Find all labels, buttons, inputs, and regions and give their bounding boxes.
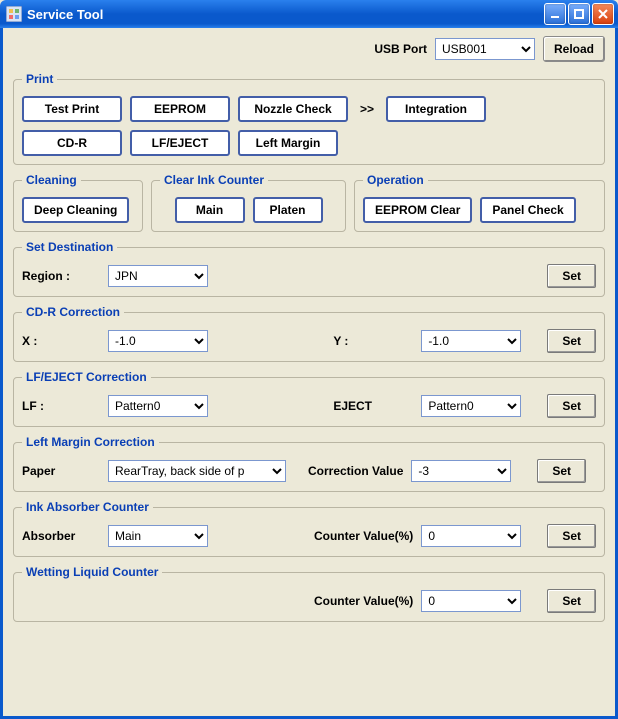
eeprom-clear-button[interactable]: EEPROM Clear (363, 197, 472, 223)
paper-select[interactable]: RearTray, back side of p (108, 460, 286, 482)
reload-button[interactable]: Reload (543, 36, 605, 62)
minimize-button[interactable] (544, 3, 566, 25)
ink-absorber-legend: Ink Absorber Counter (22, 500, 153, 514)
integration-button[interactable]: Integration (386, 96, 486, 122)
ink-absorber-group: Ink Absorber Counter Absorber Main Count… (13, 500, 605, 557)
operation-group: Operation EEPROM Clear Panel Check (354, 173, 605, 232)
nozzle-check-button[interactable]: Nozzle Check (238, 96, 348, 122)
wetting-counter-select[interactable]: 0 (421, 590, 521, 612)
set-destination-group: Set Destination Region : JPN Set (13, 240, 605, 297)
wetting-counter-label: Counter Value(%) (314, 594, 413, 608)
panel-check-button[interactable]: Panel Check (480, 197, 575, 223)
window-buttons (544, 3, 614, 25)
absorber-counter-select[interactable]: 0 (421, 525, 521, 547)
cdr-x-label: X : (22, 334, 100, 348)
window-body: USB Port USB001 Reload Print Test Print … (0, 28, 618, 719)
print-legend: Print (22, 72, 57, 86)
window-titlebar: Service Tool (0, 0, 618, 28)
paper-label: Paper (22, 464, 100, 478)
region-label: Region : (22, 269, 100, 283)
print-group: Print Test Print EEPROM Nozzle Check >> … (13, 72, 605, 165)
region-select[interactable]: JPN (108, 265, 208, 287)
usb-port-select[interactable]: USB001 (435, 38, 535, 60)
absorber-select[interactable]: Main (108, 525, 208, 547)
cleaning-group: Cleaning Deep Cleaning (13, 173, 143, 232)
test-print-button[interactable]: Test Print (22, 96, 122, 122)
lf-eject-correction-legend: LF/EJECT Correction (22, 370, 151, 384)
operation-legend: Operation (363, 173, 428, 187)
eeprom-button[interactable]: EEPROM (130, 96, 230, 122)
lf-eject-correction-group: LF/EJECT Correction LF : Pattern0 EJECT … (13, 370, 605, 427)
lf-label: LF : (22, 399, 100, 413)
correction-value-select[interactable]: -3 (411, 460, 511, 482)
maximize-button[interactable] (568, 3, 590, 25)
deep-cleaning-button[interactable]: Deep Cleaning (22, 197, 129, 223)
clear-ink-main-button[interactable]: Main (175, 197, 245, 223)
cdr-set-button[interactable]: Set (547, 329, 596, 353)
left-margin-set-button[interactable]: Set (537, 459, 586, 483)
set-destination-legend: Set Destination (22, 240, 117, 254)
wetting-liquid-group: Wetting Liquid Counter Counter Value(%) … (13, 565, 605, 622)
cleaning-legend: Cleaning (22, 173, 81, 187)
cdr-y-select[interactable]: -1.0 (421, 330, 521, 352)
clear-ink-legend: Clear Ink Counter (160, 173, 268, 187)
cdr-y-label: Y : (333, 334, 413, 348)
close-button[interactable] (592, 3, 614, 25)
clear-ink-platen-button[interactable]: Platen (253, 197, 323, 223)
destination-set-button[interactable]: Set (547, 264, 596, 288)
lf-eject-button[interactable]: LF/EJECT (130, 130, 230, 156)
cdr-x-select[interactable]: -1.0 (108, 330, 208, 352)
eject-select[interactable]: Pattern0 (421, 395, 521, 417)
left-margin-correction-group: Left Margin Correction Paper RearTray, b… (13, 435, 605, 492)
absorber-counter-label: Counter Value(%) (314, 529, 413, 543)
usb-row: USB Port USB001 Reload (13, 36, 605, 62)
arrow-icon: >> (356, 102, 378, 116)
left-margin-correction-legend: Left Margin Correction (22, 435, 159, 449)
window-title: Service Tool (27, 7, 544, 22)
left-margin-button[interactable]: Left Margin (238, 130, 338, 156)
usb-port-label: USB Port (374, 42, 427, 56)
absorber-set-button[interactable]: Set (547, 524, 596, 548)
lf-eject-set-button[interactable]: Set (547, 394, 596, 418)
absorber-label: Absorber (22, 529, 100, 543)
cdr-correction-group: CD-R Correction X : -1.0 Y : -1.0 Set (13, 305, 605, 362)
eject-label: EJECT (333, 399, 413, 413)
app-icon (6, 6, 22, 22)
cd-r-button[interactable]: CD-R (22, 130, 122, 156)
wetting-liquid-legend: Wetting Liquid Counter (22, 565, 162, 579)
cdr-correction-legend: CD-R Correction (22, 305, 124, 319)
correction-value-label: Correction Value (308, 464, 403, 478)
lf-select[interactable]: Pattern0 (108, 395, 208, 417)
wetting-set-button[interactable]: Set (547, 589, 596, 613)
clear-ink-group: Clear Ink Counter Main Platen (151, 173, 346, 232)
